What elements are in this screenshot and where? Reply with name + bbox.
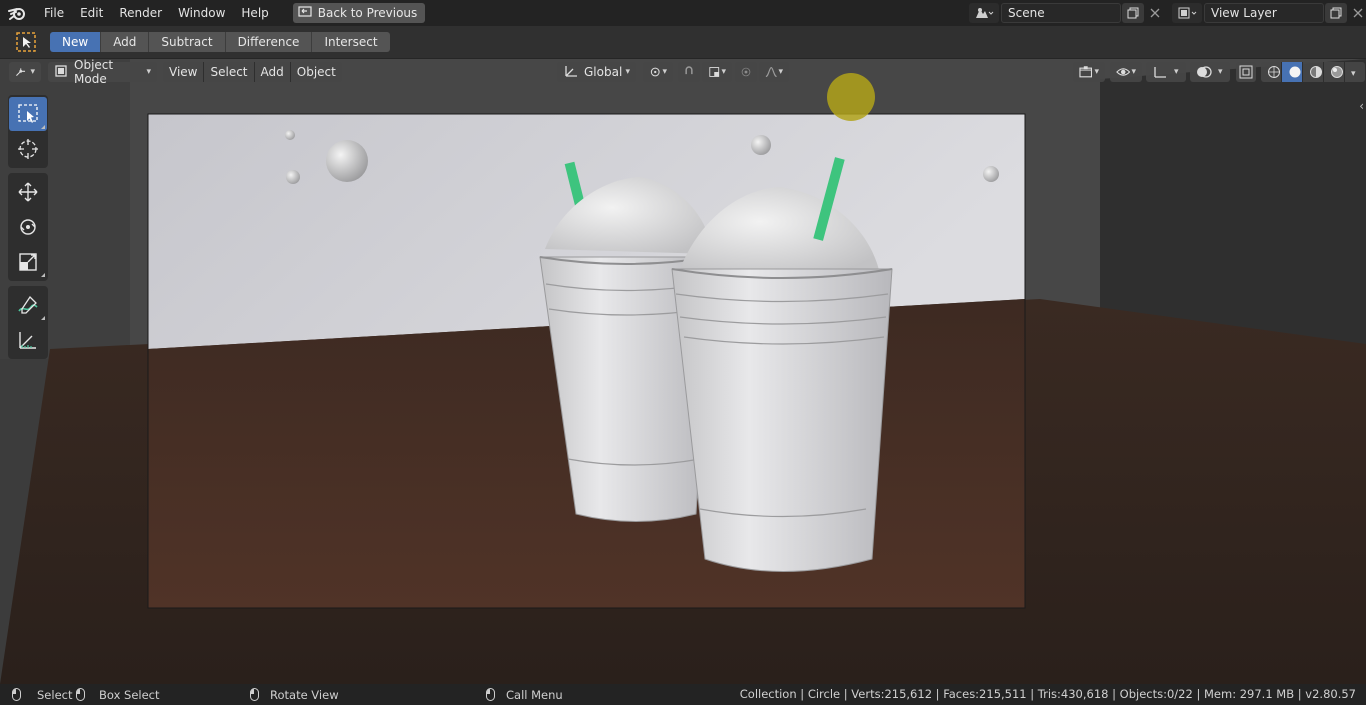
menu-window[interactable]: Window (170, 2, 233, 24)
viewport-header: ▾ Object Mode ▾ View Select Add Object G… (0, 59, 1366, 86)
shading-modes: ▾ (1261, 62, 1365, 82)
status-bar: Select Box Select Rotate View Call Menu … (0, 684, 1366, 705)
scene-render (0, 59, 1366, 684)
new-scene-copy-icon[interactable] (1122, 3, 1144, 23)
tool-cursor-icon[interactable] (9, 132, 47, 166)
proportional-group: ▾ (735, 62, 789, 82)
sidebar-toggle-chevron-icon[interactable]: ‹ (1359, 99, 1364, 113)
view-layer-browse-icon[interactable] (1172, 3, 1202, 23)
delete-view-layer-close-icon[interactable] (1347, 3, 1366, 23)
status-call-menu-label: Call Menu (506, 687, 563, 702)
tool-scale-icon[interactable] (9, 245, 47, 279)
tool-settings-bar: New Add Subtract Difference Intersect (0, 26, 1366, 59)
tool-move-icon[interactable] (9, 175, 47, 209)
menu-help[interactable]: Help (233, 2, 276, 24)
status-box-select-label: Box Select (99, 687, 160, 702)
tool-rotate-icon[interactable] (9, 210, 47, 244)
scene-browse-icon[interactable] (969, 3, 999, 23)
snap-group: ▾ (678, 62, 732, 82)
drag-mouse-icon (76, 688, 85, 701)
status-rotate-view-hint: Rotate View (250, 684, 339, 705)
overlays-icon[interactable]: ▾ (1190, 62, 1230, 82)
top-bar: File Edit Render Window Help Back to Pre… (0, 0, 1366, 26)
shading-solid-icon[interactable] (1282, 62, 1303, 82)
new-view-layer-copy-icon[interactable] (1325, 3, 1347, 23)
editor-type-icon[interactable]: ▾ (9, 62, 41, 82)
tool-measure-icon[interactable] (9, 323, 47, 357)
back-screen-icon (298, 5, 312, 21)
object-mode-dropdown[interactable]: Object Mode ▾ (48, 59, 157, 86)
back-to-previous-button[interactable]: Back to Previous (292, 3, 426, 23)
orientation-label: Global (584, 65, 623, 79)
viewport-options-icon[interactable]: ▾ (1073, 62, 1105, 82)
status-call-menu-hint: Call Menu (486, 684, 563, 705)
select-box-tool-icon[interactable] (14, 30, 38, 54)
view-layer-name-field[interactable]: View Layer (1204, 3, 1324, 23)
mode-new-button[interactable]: New (50, 32, 102, 52)
mode-add-button[interactable]: Add (101, 32, 150, 52)
left-toolbar (8, 95, 48, 364)
transform-orientation-dropdown[interactable]: Global ▾ (557, 62, 636, 82)
pivot-point-icon[interactable]: ▾ (643, 62, 673, 82)
visibility-eye-icon[interactable]: ▾ (1110, 62, 1142, 82)
back-to-previous-label: Back to Previous (317, 6, 418, 20)
mode-intersect-button[interactable]: Intersect (312, 32, 390, 52)
middle-mouse-icon (250, 688, 259, 701)
gizmo-toggle-icon[interactable]: ▾ (1146, 62, 1186, 82)
shading-rendered-icon[interactable] (1324, 62, 1345, 82)
scene-name-field[interactable]: Scene (1001, 3, 1121, 23)
proportional-edit-icon[interactable] (735, 62, 757, 82)
menu-view[interactable]: View (163, 62, 205, 82)
mode-difference-button[interactable]: Difference (225, 32, 313, 52)
3d-viewport[interactable]: ▾ Object Mode ▾ View Select Add Object G… (0, 59, 1366, 684)
menu-object[interactable]: Object (290, 62, 342, 82)
snap-magnet-icon[interactable] (678, 62, 700, 82)
shading-wireframe-icon[interactable] (1261, 62, 1282, 82)
object-mode-label: Object Mode (74, 59, 114, 86)
menu-render[interactable]: Render (111, 2, 170, 24)
mode-subtract-button[interactable]: Subtract (149, 32, 226, 52)
right-mouse-icon (486, 688, 495, 701)
orientation-icon (563, 64, 579, 81)
snap-target-icon[interactable]: ▾ (702, 62, 732, 82)
object-mode-icon (54, 64, 68, 81)
tool-annotate-icon[interactable] (9, 288, 47, 322)
blender-logo-icon[interactable] (6, 2, 28, 24)
shading-options-chevron-down-icon[interactable]: ▾ (1345, 62, 1365, 82)
menu-add[interactable]: Add (254, 62, 291, 82)
viewport-menus: View Select Add Object (163, 62, 342, 82)
status-box-select-hint: Box Select (76, 684, 160, 705)
menu-edit[interactable]: Edit (72, 2, 111, 24)
delete-scene-close-icon[interactable] (1144, 3, 1166, 23)
falloff-curve-icon[interactable]: ▾ (759, 62, 789, 82)
status-select-label: Select (37, 687, 73, 702)
selection-mode-group: New Add Subtract Difference Intersect (50, 32, 390, 52)
left-mouse-icon (12, 688, 21, 701)
status-select-hint: Select (12, 684, 72, 705)
scene-selector: Scene View Layer (969, 2, 1366, 24)
xray-toggle-icon[interactable] (1236, 62, 1256, 82)
status-rotate-view-label: Rotate View (270, 687, 339, 702)
menu-select[interactable]: Select (204, 62, 255, 82)
shading-material-icon[interactable] (1303, 62, 1324, 82)
tool-select-box-icon[interactable] (9, 97, 47, 131)
menu-file[interactable]: File (36, 2, 72, 24)
scene-statistics: Collection | Circle | Verts:215,612 | Fa… (739, 687, 1356, 701)
